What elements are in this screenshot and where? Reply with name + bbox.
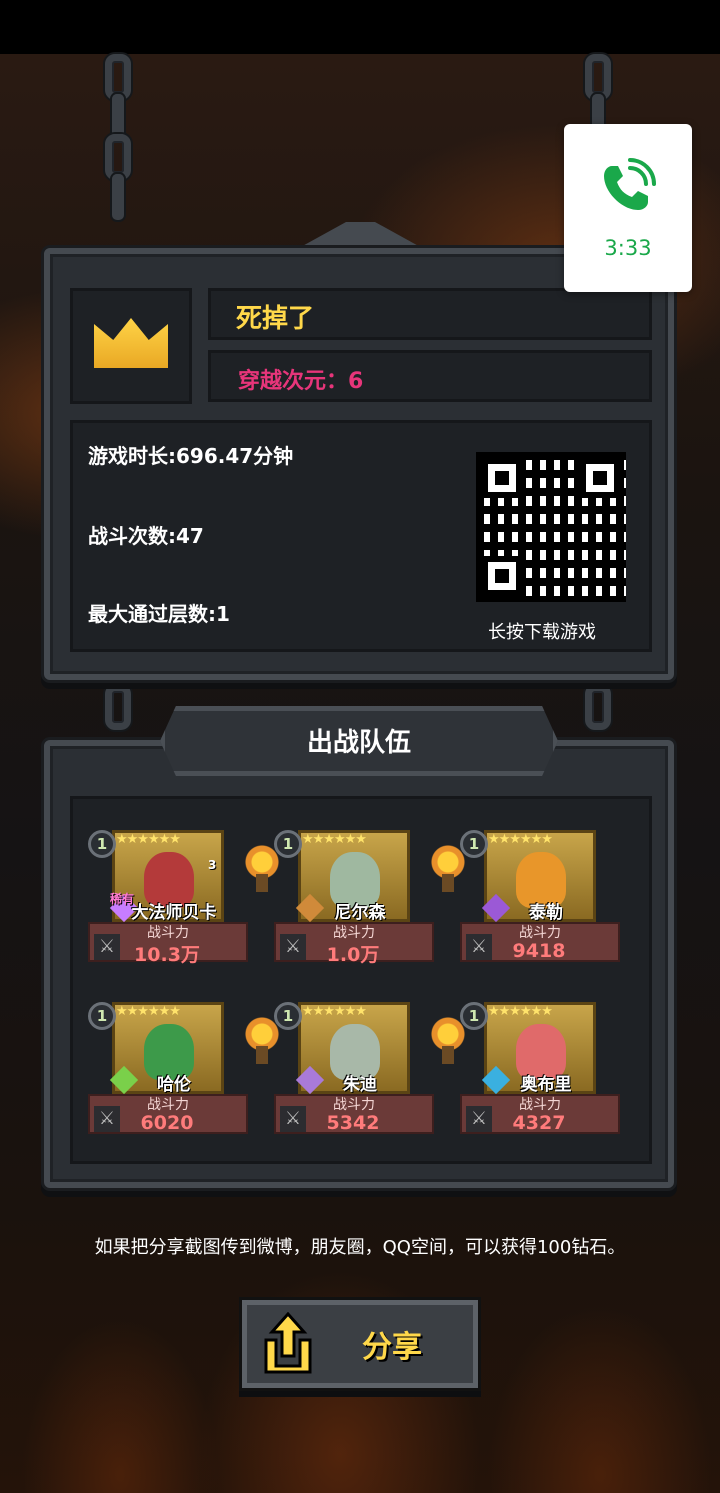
hero-level: 1	[88, 1002, 116, 1030]
star-rating-icon: ★★★★★★	[302, 832, 367, 847]
chain-left-mid	[100, 684, 136, 730]
hero-power: 10.3万	[134, 944, 200, 966]
power-label: 战斗力	[519, 1097, 561, 1113]
hero-level: 1	[88, 830, 116, 858]
crossed-swords-icon: ⚔	[466, 1106, 492, 1132]
play-time: 游戏时长:696.47分钟	[88, 444, 294, 468]
battle-count: 战斗次数:47	[88, 524, 204, 548]
crossed-swords-icon: ⚔	[466, 934, 492, 960]
share-icon	[264, 1312, 312, 1374]
star-rating-icon: ★★★★★★	[488, 1004, 553, 1019]
team-title: 出战队伍	[306, 728, 411, 758]
star-rating-icon: ★★★★★★	[116, 832, 181, 847]
hero-name: 奥布里	[520, 1075, 572, 1095]
hero-power: 4327	[512, 1112, 566, 1134]
power-label: 战斗力	[519, 925, 561, 941]
hero-power: 5342	[326, 1112, 380, 1134]
hero-card[interactable]: ★★★★★★ 1 哈伦 ⚔ 战斗力 6020	[88, 1002, 248, 1142]
hero-level: 1	[274, 1002, 302, 1030]
hero-card[interactable]: ★★★★★★ 1 大法师贝卡 ⚔ 战斗力 10.3万 稀有 3	[88, 830, 248, 970]
power-label: 战斗力	[333, 925, 375, 941]
chain-right-mid	[580, 684, 616, 730]
qr-caption: 长按下载游戏	[488, 622, 596, 643]
status-bar	[0, 0, 720, 54]
hero-name: 大法师贝卡	[131, 903, 217, 923]
download-qr-code[interactable]	[476, 452, 626, 602]
hero-level: 1	[460, 830, 488, 858]
hero-level: 1	[274, 830, 302, 858]
max-floor: 最大通过层数:1	[88, 602, 230, 626]
crossed-swords-icon: ⚔	[280, 1106, 306, 1132]
hero-name: 尼尔森	[334, 903, 386, 923]
star-rating-icon: ★★★★★★	[116, 1004, 181, 1019]
power-label: 战斗力	[147, 1097, 189, 1113]
hero-level: 1	[460, 1002, 488, 1030]
star-rating-icon: ★★★★★★	[488, 832, 553, 847]
share-label: 分享	[362, 1330, 422, 1365]
crossed-swords-icon: ⚔	[94, 934, 120, 960]
power-label: 战斗力	[147, 925, 189, 941]
share-reward-hint: 如果把分享截图传到微博，朋友圈，QQ空间，可以获得100钻石。	[94, 1237, 626, 1258]
hero-card[interactable]: ★★★★★★ 1 朱迪 ⚔ 战斗力 5342	[274, 1002, 434, 1142]
hero-card[interactable]: ★★★★★★ 1 尼尔森 ⚔ 战斗力 1.0万	[274, 830, 434, 970]
weapon-tier-badge: 3	[208, 858, 217, 872]
call-duration: 3:33	[604, 236, 652, 260]
crossed-swords-icon: ⚔	[94, 1106, 120, 1132]
rift-count: 穿越次元：6	[238, 369, 364, 394]
hero-power: 1.0万	[326, 944, 380, 966]
chain-left-top	[100, 54, 136, 220]
result-title: 死掉了	[236, 304, 315, 334]
crossed-swords-icon: ⚔	[280, 934, 306, 960]
hero-name: 朱迪	[343, 1075, 377, 1095]
power-label: 战斗力	[333, 1097, 375, 1113]
hero-power: 9418	[512, 940, 566, 962]
rarity-tag: 稀有	[110, 892, 135, 906]
phone-call-icon	[604, 158, 656, 210]
hero-card[interactable]: ★★★★★★ 1 泰勒 ⚔ 战斗力 9418	[460, 830, 620, 970]
hero-card[interactable]: ★★★★★★ 1 奥布里 ⚔ 战斗力 4327	[460, 1002, 620, 1142]
hero-power: 6020	[140, 1112, 194, 1134]
star-rating-icon: ★★★★★★	[302, 1004, 367, 1019]
hero-name: 泰勒	[529, 903, 563, 923]
hero-name: 哈伦	[157, 1075, 191, 1095]
